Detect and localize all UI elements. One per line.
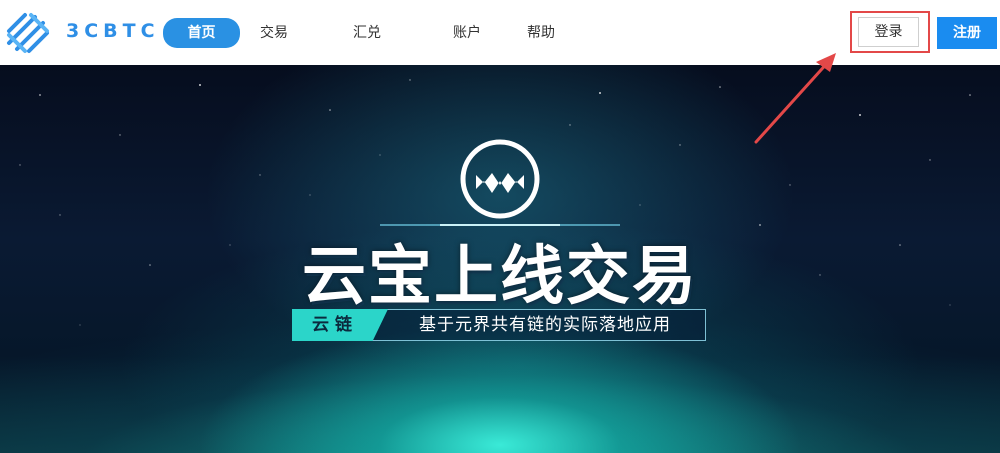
brand-name[interactable]: 3CBTC [66,20,160,42]
register-button[interactable]: 注册 [937,17,997,49]
nav-item-help[interactable]: 帮助 [523,20,559,46]
metaverse-logo-icon [460,139,540,219]
nav-item-account[interactable]: 账户 [449,20,485,46]
nav-item-home[interactable]: 首页 [163,18,240,48]
tagline-text: 基于元界共有链的实际落地应用 [419,315,671,335]
nav-item-trade[interactable]: 交易 [256,20,292,46]
hero-banner[interactable]: 云宝上线交易 云链 基于元界共有链的实际落地应用 [0,65,1000,453]
3cbtc-logo-icon[interactable] [3,9,53,57]
tagline-tag-label: 云链 [312,315,358,335]
top-header: 3CBTC 首页 交易 汇兑 账户 帮助 登录 注册 [0,0,1000,65]
banner-headline: 云宝上线交易 [302,240,698,314]
login-button[interactable]: 登录 [858,17,919,47]
nav-item-exchange[interactable]: 汇兑 [349,20,385,46]
